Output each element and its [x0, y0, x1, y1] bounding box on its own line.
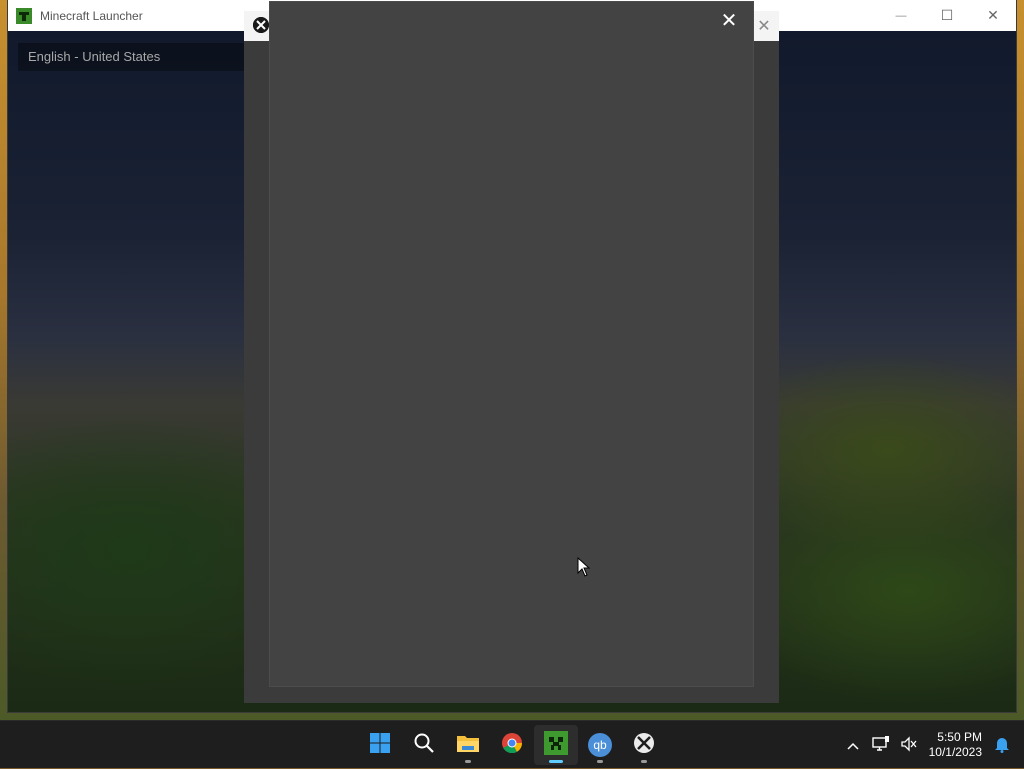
taskbar-apps: qb	[358, 721, 666, 769]
xbox-app-button[interactable]	[622, 725, 666, 765]
taskbar: qb 5:50 PM 10/1/2023	[0, 720, 1024, 768]
minecraft-launcher-taskbar-button[interactable]	[534, 725, 578, 765]
minecraft-app-icon	[16, 7, 32, 24]
running-indicator	[641, 760, 647, 763]
minimize-button[interactable]: —	[878, 0, 924, 31]
window-title: Minecraft Launcher	[40, 8, 143, 23]
network-button[interactable]	[867, 731, 895, 759]
xbox-icon	[253, 17, 269, 33]
language-select[interactable]: English - United States	[18, 43, 253, 71]
notifications-button[interactable]	[988, 731, 1016, 759]
clock[interactable]: 5:50 PM 10/1/2023	[929, 730, 982, 760]
start-icon	[369, 732, 391, 759]
file-explorer-button[interactable]	[446, 725, 490, 765]
minecraft-launcher-icon	[544, 730, 568, 760]
bell-icon	[994, 735, 1010, 756]
chrome-button[interactable]	[490, 725, 534, 765]
search-icon	[413, 732, 435, 759]
xbox-icon	[633, 732, 655, 759]
close-button[interactable]: ✕	[970, 0, 1016, 31]
minimize-icon: —	[895, 9, 907, 22]
chevron-up-icon	[847, 738, 859, 753]
volume-muted-icon	[900, 735, 918, 755]
clock-date: 10/1/2023	[928, 745, 982, 759]
close-icon: ✕	[757, 18, 771, 35]
signin-dialog-close-button[interactable]: ✕	[717, 8, 741, 32]
close-icon: ✕	[987, 7, 999, 23]
network-icon	[871, 735, 890, 755]
qbittorrent-label: qb	[593, 738, 607, 752]
qbittorrent-icon: qb	[588, 733, 612, 757]
active-indicator	[549, 760, 563, 763]
running-indicator	[465, 760, 471, 763]
system-tray: 5:50 PM 10/1/2023	[839, 721, 1024, 769]
maximize-button[interactable]: ☐	[924, 0, 970, 31]
xbox-outer-close-button[interactable]: ✕	[749, 11, 779, 41]
close-icon: ✕	[720, 9, 738, 32]
chrome-icon	[501, 732, 523, 759]
clock-time: 5:50 PM	[937, 730, 982, 744]
signin-dialog: ✕	[270, 2, 753, 686]
mouse-cursor-icon	[577, 556, 591, 577]
start-button[interactable]	[358, 725, 402, 765]
show-hidden-icons-button[interactable]	[839, 731, 867, 759]
window-controls: — ☐ ✕	[878, 0, 1016, 31]
maximize-icon: ☐	[940, 7, 954, 23]
search-button[interactable]	[402, 725, 446, 765]
qbittorrent-button[interactable]: qb	[578, 725, 622, 765]
file-explorer-icon	[456, 732, 480, 759]
running-indicator	[597, 760, 603, 763]
volume-button[interactable]	[895, 731, 923, 759]
